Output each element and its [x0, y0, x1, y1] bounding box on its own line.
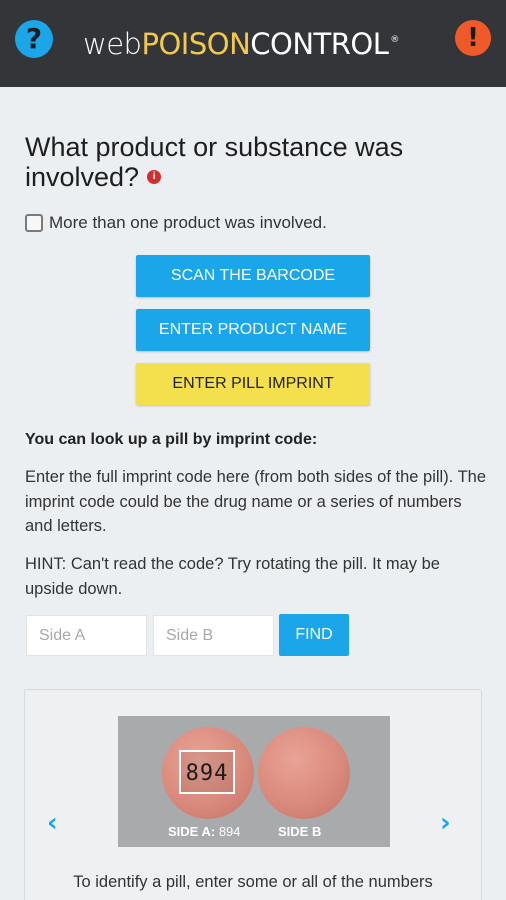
help-icon[interactable]: ?: [15, 20, 53, 58]
imprint-highlight-box: 894: [179, 750, 235, 794]
page-question: What product or substance was involved? i: [25, 132, 465, 192]
question-text: What product or substance was involved?: [25, 132, 404, 192]
lookup-hint: HINT: Can't read the code? Try rotating …: [25, 555, 440, 598]
pill-example-carousel: ‹ 894 SIDE A: 894 SIDE B › To identify a…: [24, 689, 482, 900]
multi-product-row[interactable]: More than one product was involved.: [25, 210, 327, 236]
side-b-input[interactable]: [153, 615, 274, 656]
scan-barcode-button[interactable]: SCAN THE BARCODE: [136, 255, 370, 297]
side-a-input[interactable]: [26, 615, 147, 656]
logo-control: CONTROL: [250, 27, 389, 61]
side-a-caption-value: 894: [215, 824, 241, 839]
app-header: ? webPOISONCONTROL ® !: [0, 0, 506, 87]
logo-registered-mark: ®: [390, 35, 399, 45]
logo-poison: POISON: [141, 27, 251, 61]
side-a-caption-label: SIDE A:: [168, 824, 216, 839]
chevron-right-icon[interactable]: ›: [440, 810, 451, 836]
find-button[interactable]: FIND: [279, 614, 349, 656]
alert-icon[interactable]: !: [455, 20, 491, 56]
side-b-caption: SIDE B: [278, 824, 322, 839]
lookup-title: You can look up a pill by imprint code:: [25, 431, 318, 448]
enter-product-name-button[interactable]: ENTER PRODUCT NAME: [136, 309, 370, 351]
enter-pill-imprint-button[interactable]: ENTER PILL IMPRINT: [136, 363, 370, 405]
pill-example-image: 894 SIDE A: 894 SIDE B: [118, 716, 390, 847]
pill-side-a: 894: [162, 727, 254, 819]
side-a-caption: SIDE A: 894: [168, 824, 241, 839]
lookup-description: Enter the full imprint code here (from b…: [25, 468, 487, 535]
carousel-caption: To identify a pill, enter some or all of…: [73, 873, 433, 891]
multi-product-label: More than one product was involved.: [49, 213, 327, 232]
info-icon[interactable]: i: [147, 169, 162, 184]
webpoisoncontrol-logo: webPOISONCONTROL ®: [83, 24, 399, 64]
pill-side-b: [258, 727, 350, 819]
pill-imprint-text: 894: [185, 761, 229, 786]
chevron-left-icon[interactable]: ‹: [47, 810, 58, 836]
logo-web: web: [83, 27, 142, 61]
multi-product-checkbox[interactable]: [25, 214, 43, 232]
